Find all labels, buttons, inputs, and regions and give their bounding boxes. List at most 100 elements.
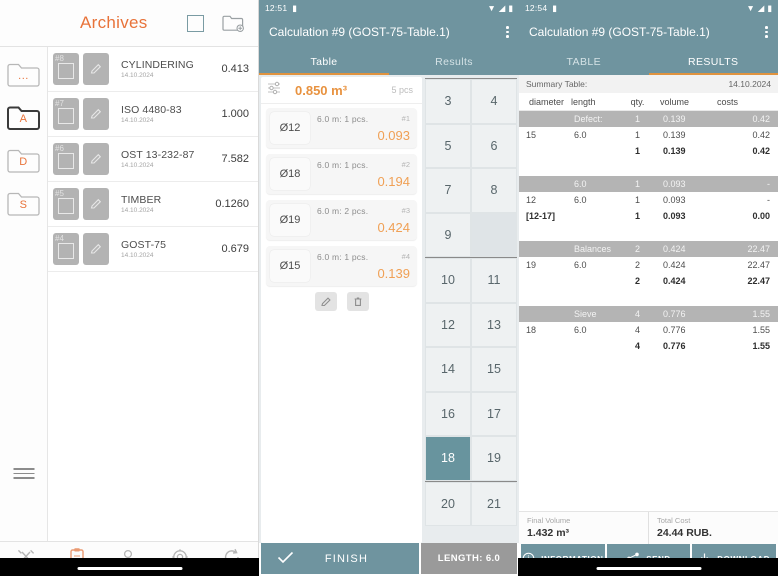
keypad-key[interactable]: 11 bbox=[471, 258, 517, 303]
keypad-key[interactable]: 13 bbox=[471, 302, 517, 347]
col-qty: qty. bbox=[630, 96, 645, 107]
keypad-key[interactable]: 14 bbox=[425, 347, 471, 392]
cell-costs: 0.42 bbox=[752, 146, 770, 156]
table-row: 18 6.0 4 0.776 1.55 bbox=[519, 322, 778, 338]
list-item[interactable]: #6 OST 13-232-87 14.10.2024 7.582 bbox=[48, 137, 258, 182]
total-cost-label: Total Cost bbox=[657, 516, 691, 525]
pencil-edit-icon[interactable] bbox=[83, 233, 109, 265]
keypad-key[interactable]: 21 bbox=[471, 481, 517, 526]
keypad-key[interactable]: 16 bbox=[425, 391, 471, 436]
new-folder-icon[interactable] bbox=[222, 14, 244, 32]
pencil-edit-icon[interactable] bbox=[83, 98, 109, 130]
cell-volume: 0.093 bbox=[663, 195, 686, 205]
summary-header: Summary Table: 14.10.2024 bbox=[519, 75, 778, 93]
item-date: 14.10.2024 bbox=[121, 162, 154, 169]
item-meta: TIMBER 14.10.2024 bbox=[113, 194, 211, 214]
cell-costs: 1.55 bbox=[752, 325, 770, 335]
keypad-key[interactable]: 20 bbox=[425, 481, 471, 526]
battery-icon: ▮ bbox=[292, 2, 297, 13]
finish-button[interactable]: FINISH bbox=[261, 543, 419, 574]
item-index: #2 bbox=[401, 160, 410, 169]
item-name: ISO 4480-83 bbox=[121, 104, 182, 116]
table-row: 12 6.0 1 0.093 - bbox=[519, 192, 778, 208]
keypad-key[interactable]: 17 bbox=[471, 391, 517, 436]
item-meta: ISO 4480-83 14.10.2024 bbox=[113, 104, 217, 124]
table-row: 15 6.0 1 0.139 0.42 bbox=[519, 127, 778, 143]
item-name: TIMBER bbox=[121, 194, 162, 206]
sliders-icon[interactable] bbox=[267, 81, 283, 100]
item-date: 14.10.2024 bbox=[121, 72, 154, 79]
keypad-key[interactable]: 15 bbox=[471, 347, 517, 392]
pencil-edit-icon[interactable] bbox=[83, 53, 109, 85]
kebab-menu-icon[interactable] bbox=[765, 26, 768, 38]
item-name: GOST-75 bbox=[121, 239, 167, 251]
pencil-edit-icon[interactable] bbox=[83, 143, 109, 175]
list-item[interactable]: #4 GOST-75 14.10.2024 0.679 bbox=[48, 227, 258, 272]
length-button[interactable]: LENGTH: 6.0 bbox=[421, 543, 517, 574]
archives-screen: Archives ... A D S #8 CYLINDERING 14.10.… bbox=[0, 0, 259, 576]
list-item[interactable]: #8 CYLINDERING 14.10.2024 0.413 bbox=[48, 47, 258, 92]
table-row-group: 6.0 1 0.093 - bbox=[519, 176, 778, 192]
list-item[interactable]: #7 ISO 4480-83 14.10.2024 1.000 bbox=[48, 92, 258, 137]
keypad-key[interactable]: 7 bbox=[425, 168, 471, 213]
hamburger-menu-icon[interactable] bbox=[13, 468, 34, 479]
folder-drafts[interactable]: D bbox=[5, 145, 42, 175]
cell-qty: 1 bbox=[634, 114, 640, 124]
keypad-key[interactable]: 4 bbox=[471, 79, 517, 124]
folder-recent[interactable]: ... bbox=[5, 59, 42, 89]
keypad-key[interactable]: 3 bbox=[425, 79, 471, 124]
folder-label: ... bbox=[18, 70, 29, 82]
folder-archive[interactable]: A bbox=[5, 102, 42, 132]
keypad-key[interactable]: 10 bbox=[425, 258, 471, 303]
cell-length: 6.0 bbox=[574, 195, 587, 205]
item-volume: 0.139 bbox=[377, 266, 410, 281]
table-row-group: Balances 2 0.424 22.47 bbox=[519, 241, 778, 257]
item-index: #3 bbox=[401, 206, 410, 215]
trash-delete-icon[interactable] bbox=[346, 292, 369, 311]
folder-saved[interactable]: S bbox=[5, 188, 42, 218]
calculation-bottom-bar: FINISH LENGTH: 6.0 bbox=[259, 543, 519, 576]
tab-results[interactable]: Results bbox=[389, 48, 519, 75]
pencil-edit-icon[interactable] bbox=[83, 188, 109, 220]
list-item[interactable]: Ø18 6.0 m: 1 pcs. #2 0.194 bbox=[266, 154, 417, 194]
cell-qty: 2 bbox=[634, 276, 640, 286]
cell-qty: 4 bbox=[634, 309, 640, 319]
kebab-menu-icon[interactable] bbox=[506, 26, 509, 38]
keypad-key-selected[interactable]: 18 bbox=[425, 436, 471, 481]
keypad-key[interactable]: 8 bbox=[471, 168, 517, 213]
item-value: 0.679 bbox=[221, 243, 249, 255]
item-number: #7 bbox=[55, 99, 64, 108]
calculation-table-screen: 12:51 ▮ ▼ ◢ ▮ Calculation #9 (GOST-75-Ta… bbox=[259, 0, 778, 576]
item-volume: 0.093 bbox=[377, 128, 410, 143]
total-cost-box: Total Cost 24.44 RUB. bbox=[648, 512, 778, 544]
table-row-total: [12-17] 1 0.093 0.00 bbox=[519, 208, 778, 224]
keypad-key[interactable]: 5 bbox=[425, 123, 471, 168]
cell-length: Balances bbox=[574, 244, 612, 254]
tab-table[interactable]: TABLE bbox=[519, 48, 649, 75]
list-item[interactable]: #5 TIMBER 14.10.2024 0.1260 bbox=[48, 182, 258, 227]
tab-results[interactable]: RESULTS bbox=[648, 48, 778, 75]
system-navbar bbox=[0, 558, 259, 576]
cell-costs: 1.55 bbox=[752, 309, 770, 319]
table-row-group: Defect: 1 0.139 0.42 bbox=[519, 111, 778, 127]
list-item[interactable]: Ø19 6.0 m: 2 pcs. #3 0.424 bbox=[266, 200, 417, 240]
app-title-bar: Calculation #9 (GOST-75-Table.1) bbox=[519, 16, 778, 48]
cell-length: 6.0 bbox=[574, 325, 587, 335]
keypad-key[interactable]: 9 bbox=[425, 212, 471, 257]
cell-qty: 1 bbox=[634, 130, 640, 140]
pencil-edit-icon[interactable] bbox=[314, 292, 337, 311]
keypad-key[interactable]: 6 bbox=[471, 123, 517, 168]
item-value: 0.1260 bbox=[215, 198, 249, 210]
checkbox-square-icon[interactable] bbox=[187, 14, 204, 32]
keypad-key[interactable]: 12 bbox=[425, 302, 471, 347]
list-item[interactable]: Ø15 6.0 m: 1 pcs. #4 0.139 bbox=[266, 246, 417, 286]
keypad-key[interactable]: 19 bbox=[471, 436, 517, 481]
cell-costs: 22.47 bbox=[747, 276, 770, 286]
col-diameter: diameter bbox=[529, 96, 565, 107]
item-name: CYLINDERING bbox=[121, 59, 194, 71]
list-item[interactable]: Ø12 6.0 m: 1 pcs. #1 0.093 bbox=[266, 108, 417, 148]
tab-table[interactable]: Table bbox=[259, 48, 389, 75]
row-action-bar bbox=[266, 292, 417, 311]
calculation-title: Calculation #9 (GOST-75-Table.1) bbox=[529, 25, 710, 39]
item-name: OST 13-232-87 bbox=[121, 149, 195, 161]
